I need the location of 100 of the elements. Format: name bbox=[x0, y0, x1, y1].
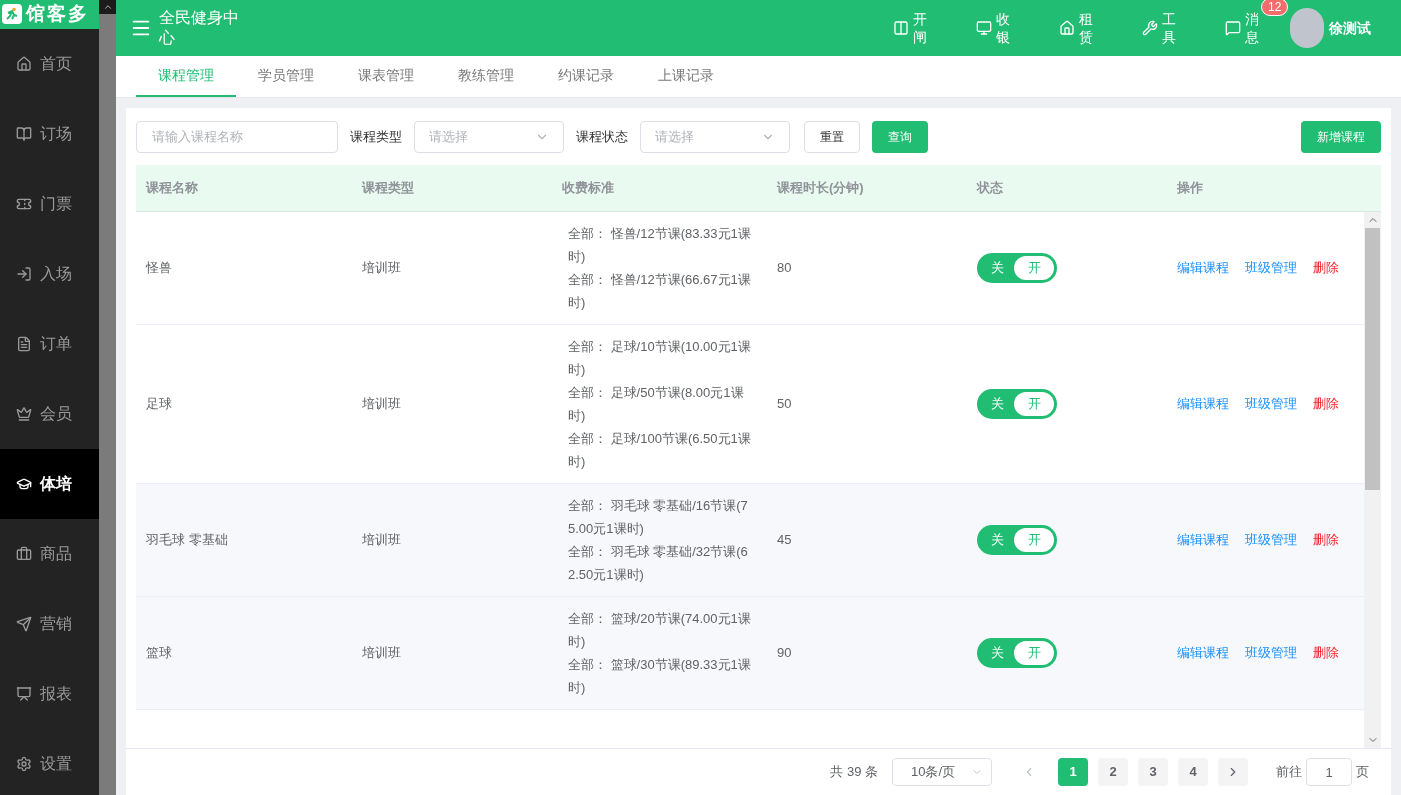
login-icon bbox=[16, 265, 32, 282]
page-button[interactable]: 4 bbox=[1178, 758, 1208, 786]
course-name-field[interactable]: 请输入课程名称 bbox=[136, 120, 338, 153]
delete-link[interactable]: 删除 bbox=[1313, 258, 1339, 278]
fee-text: 全部： 足球/100节课(6.50元1课时) bbox=[568, 430, 751, 471]
table-cell: 培训班 bbox=[362, 645, 401, 661]
gate-icon bbox=[893, 20, 909, 36]
fee-text: 全部： 怪兽/12节课(83.33元1课时) bbox=[568, 225, 751, 266]
wrench-icon bbox=[1142, 20, 1158, 36]
status-switch[interactable]: 关 开 bbox=[977, 525, 1057, 555]
sidebar-item[interactable]: 入场 bbox=[0, 238, 99, 309]
column-header: 课程类型 bbox=[362, 180, 414, 196]
next-page-button[interactable] bbox=[1218, 758, 1248, 786]
column-header: 收费标准 bbox=[562, 180, 614, 196]
book-icon bbox=[16, 125, 32, 142]
tab[interactable]: 课程管理 bbox=[136, 56, 236, 97]
header-tool[interactable]: 租赁 bbox=[1059, 10, 1095, 46]
user-avatar[interactable] bbox=[1290, 8, 1324, 48]
table-cell: 培训班 bbox=[362, 532, 401, 548]
board-icon bbox=[16, 685, 32, 702]
fee-text: 全部： 羽毛球 零基础/16节课(75.00元1课时) bbox=[568, 497, 749, 538]
table-cell: 怪兽 bbox=[146, 260, 172, 276]
tab[interactable]: 学员管理 bbox=[236, 56, 336, 97]
bag-icon bbox=[16, 545, 32, 562]
sidebar-item[interactable]: 门票 bbox=[0, 168, 99, 239]
edit-course-link[interactable]: 编辑课程 bbox=[1177, 394, 1229, 414]
page-button[interactable]: 1 bbox=[1058, 758, 1088, 786]
paper-plane-icon bbox=[16, 615, 32, 632]
sidebar-item[interactable]: 订单 bbox=[0, 308, 99, 379]
column-header: 课程名称 bbox=[146, 180, 198, 196]
sidebar-item[interactable]: 商品 bbox=[0, 518, 99, 589]
sidebar-item[interactable]: 体培 bbox=[0, 448, 99, 519]
delete-link[interactable]: 删除 bbox=[1313, 530, 1339, 550]
document-icon bbox=[16, 335, 32, 352]
status-switch[interactable]: 关 开 bbox=[977, 389, 1057, 419]
sidebar-item[interactable]: 首页 bbox=[0, 28, 99, 99]
status-switch[interactable]: 关 开 bbox=[977, 638, 1057, 668]
page-button[interactable]: 3 bbox=[1138, 758, 1168, 786]
reset-button[interactable]: 重置 bbox=[804, 120, 860, 153]
filter-label: 课程类型 bbox=[350, 127, 402, 146]
course-type-select[interactable]: 请选择 bbox=[414, 120, 564, 153]
class-manage-link[interactable]: 班级管理 bbox=[1245, 530, 1297, 550]
table-cell: 80 bbox=[777, 260, 792, 276]
table-cell: 培训班 bbox=[362, 260, 401, 276]
table-cell: 羽毛球 零基础 bbox=[146, 532, 228, 548]
edit-course-link[interactable]: 编辑课程 bbox=[1177, 643, 1229, 663]
edit-course-link[interactable]: 编辑课程 bbox=[1177, 530, 1229, 550]
column-header: 状态 bbox=[977, 180, 1003, 196]
page-suffix: 页 bbox=[1356, 763, 1369, 782]
page-size-select[interactable]: 10条/页 bbox=[892, 758, 992, 786]
sidebar-item[interactable]: 营销 bbox=[0, 588, 99, 659]
table-cell: 50 bbox=[777, 396, 792, 412]
sidebar-item[interactable]: 设置 bbox=[0, 728, 99, 795]
edit-course-link[interactable]: 编辑课程 bbox=[1177, 258, 1229, 278]
monitor-icon bbox=[976, 20, 992, 36]
table-cell: 培训班 bbox=[362, 396, 401, 412]
scroll-up-icon[interactable] bbox=[102, 2, 113, 12]
sidebar-item[interactable]: 订场 bbox=[0, 98, 99, 169]
house-icon bbox=[1059, 20, 1075, 36]
notification-badge: 12 bbox=[1261, 0, 1289, 16]
header-tool[interactable]: 开闸 bbox=[893, 10, 929, 46]
course-status-select[interactable]: 请选择 bbox=[640, 120, 790, 153]
fee-text: 全部： 怪兽/12节课(66.67元1课时) bbox=[568, 271, 751, 312]
table-cell: 45 bbox=[777, 532, 792, 548]
filter-label: 课程状态 bbox=[576, 127, 628, 146]
goto-page-field[interactable]: 1 bbox=[1306, 758, 1352, 786]
query-button[interactable]: 查询 bbox=[872, 120, 928, 153]
header-tool[interactable]: 工具 bbox=[1142, 10, 1178, 46]
crown-icon bbox=[16, 405, 32, 422]
delete-link[interactable]: 删除 bbox=[1313, 394, 1339, 414]
goto-label: 前往 bbox=[1276, 763, 1302, 782]
class-manage-link[interactable]: 班级管理 bbox=[1245, 258, 1297, 278]
total-count: 共 39 条 bbox=[830, 763, 878, 782]
table-cell: 90 bbox=[777, 645, 792, 661]
tab[interactable]: 教练管理 bbox=[436, 56, 536, 97]
table-cell: 篮球 bbox=[146, 645, 172, 661]
class-manage-link[interactable]: 班级管理 bbox=[1245, 643, 1297, 663]
settings-icon bbox=[16, 755, 32, 772]
header-tool[interactable]: 收银 bbox=[976, 10, 1012, 46]
chat-icon bbox=[1225, 20, 1241, 36]
fee-text: 全部： 篮球/30节课(89.33元1课时) bbox=[568, 656, 751, 697]
class-manage-link[interactable]: 班级管理 bbox=[1245, 394, 1297, 414]
sidebar-item[interactable]: 会员 bbox=[0, 378, 99, 449]
table-scrollbar[interactable] bbox=[1364, 212, 1381, 748]
tab[interactable]: 课表管理 bbox=[336, 56, 436, 97]
scrollbar[interactable] bbox=[99, 0, 116, 795]
header-tool[interactable]: 消息 bbox=[1225, 10, 1261, 46]
fee-text: 全部： 足球/50节课(8.00元1课时) bbox=[568, 384, 745, 425]
column-header: 操作 bbox=[1177, 180, 1203, 196]
user-name[interactable]: 徐测试 bbox=[1329, 19, 1373, 37]
sidebar-item[interactable]: 报表 bbox=[0, 658, 99, 729]
column-header: 课程时长(分钟) bbox=[777, 180, 864, 196]
tab[interactable]: 约课记录 bbox=[536, 56, 636, 97]
page-button[interactable]: 2 bbox=[1098, 758, 1128, 786]
venue-name: 全民健身中心 bbox=[159, 8, 240, 48]
home-icon bbox=[16, 55, 32, 72]
status-switch[interactable]: 关 开 bbox=[977, 253, 1057, 283]
add-course-button[interactable]: 新增课程 bbox=[1301, 120, 1381, 153]
tab[interactable]: 上课记录 bbox=[636, 56, 736, 97]
delete-link[interactable]: 删除 bbox=[1313, 643, 1339, 663]
